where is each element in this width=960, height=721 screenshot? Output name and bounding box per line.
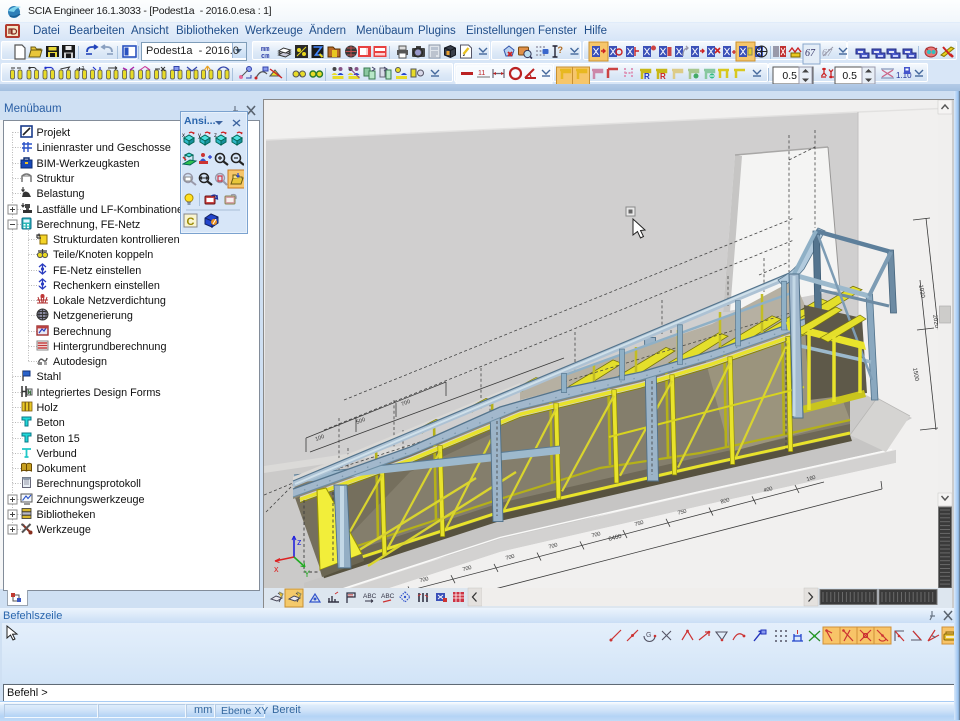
svg-text:R: R [644,72,650,81]
svg-text:z: z [214,133,217,139]
svg-text:Netzgenerierung: Netzgenerierung [53,310,133,322]
svg-text:Integriertes Design Forms: Integriertes Design Forms [37,387,162,399]
svg-text:Verbund: Verbund [37,448,77,460]
svg-text:Strukturdaten kontrollieren: Strukturdaten kontrollieren [53,234,180,246]
svg-text:G: G [646,632,651,639]
svg-text:Rechenkern einstellen: Rechenkern einstellen [53,280,160,292]
svg-text:BIM-Werkzeugkasten: BIM-Werkzeugkasten [37,158,140,170]
svg-text:67: 67 [822,48,833,59]
svg-text:z: z [297,537,302,547]
svg-text:Hintergrundberechnung: Hintergrundberechnung [53,341,166,353]
svg-text:0.5: 0.5 [842,70,857,82]
svg-text:Werkzeuge: Werkzeuge [37,524,91,536]
svg-text:y: y [198,133,201,139]
svg-text:Dokument: Dokument [37,463,86,475]
svg-text:R: R [660,72,666,81]
svg-text:?: ? [558,45,564,55]
svg-text:Zeichnungswerkzeuge: Zeichnungswerkzeuge [37,494,145,506]
svg-text:Struktur: Struktur [37,173,75,185]
svg-text:Beton: Beton [37,417,65,429]
svg-text:ABC: ABC [381,593,395,600]
svg-text:Holz: Holz [37,402,59,414]
svg-text:Projekt: Projekt [37,127,71,139]
svg-text:0.5: 0.5 [782,70,797,82]
svg-text:Bibliotheken: Bibliotheken [37,509,96,521]
svg-text:cm: cm [261,53,269,61]
svg-text:x: x [182,133,185,139]
svg-text:Belastung: Belastung [37,188,85,200]
svg-text:Linienraster und Geschosse: Linienraster und Geschosse [37,142,171,154]
svg-text:2: 2 [82,66,85,72]
svg-text:x: x [274,564,279,574]
svg-text:Autodesign: Autodesign [53,356,107,368]
svg-text:FE-Netz einstellen: FE-Netz einstellen [53,265,141,277]
svg-text:11: 11 [478,70,485,77]
svg-text:Berechnung, FE-Netz: Berechnung, FE-Netz [37,219,141,231]
svg-text:Berechnung: Berechnung [53,326,111,338]
svg-text:Lastfälle und LF-Kombinatione: Lastfälle und LF-Kombinatione [37,204,183,216]
svg-text:Y: Y [304,569,310,579]
svg-text:Lokale Netzverdichtung: Lokale Netzverdichtung [53,295,166,307]
svg-text:Beton 15: Beton 15 [37,433,80,445]
svg-text:Berechnungsprotokoll: Berechnungsprotokoll [37,478,141,490]
svg-text:ABC: ABC [363,593,377,600]
svg-text:Stahl: Stahl [37,371,62,383]
svg-text:67: 67 [805,48,816,59]
svg-text:C: C [187,216,195,228]
svg-text:Teile/Knoten koppeln: Teile/Knoten koppeln [53,249,153,261]
